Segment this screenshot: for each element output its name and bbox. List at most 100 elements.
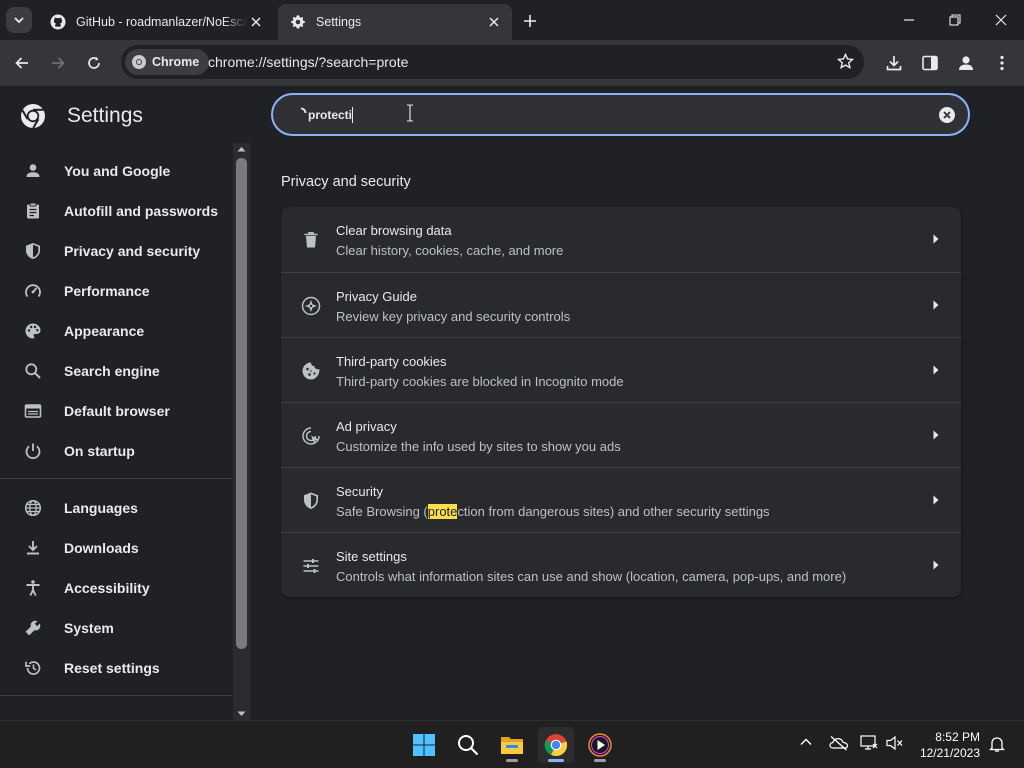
chevron-right-icon (933, 300, 939, 310)
volume-muted-icon[interactable] (886, 735, 904, 751)
close-icon (995, 14, 1007, 26)
chevron-up-icon[interactable] (799, 735, 813, 749)
chrome-icon (544, 734, 568, 757)
forward-button[interactable] (45, 50, 71, 76)
tab-settings[interactable]: Settings (278, 4, 512, 40)
sidebar-item-privacy[interactable]: Privacy and security (0, 234, 232, 268)
browser-window-icon (24, 404, 42, 418)
sidebar-item-search-engine[interactable]: Search engine (0, 354, 232, 388)
clock-date: 12/21/2023 (919, 746, 980, 760)
address-bar[interactable]: Chrome chrome://settings/?search=prote (121, 45, 864, 79)
row-title: Ad privacy (336, 419, 397, 434)
sidebar-divider (0, 695, 232, 696)
profile-button[interactable] (955, 52, 977, 74)
sidebar-item-label: Downloads (64, 540, 139, 556)
close-window-button[interactable] (986, 6, 1016, 34)
privacy-settings-card: Clear browsing data Clear history, cooki… (281, 207, 961, 597)
ad-privacy-icon (302, 427, 320, 445)
sidebar-item-label: Search engine (64, 363, 160, 379)
menu-button[interactable] (991, 52, 1013, 74)
side-panel-button[interactable] (919, 52, 941, 74)
site-info-chip[interactable]: Chrome (125, 49, 210, 75)
row-subtitle: Safe Browsing (protection from dangerous… (336, 504, 770, 519)
chrome-taskbar-button[interactable] (538, 727, 574, 763)
restore-button[interactable] (940, 6, 970, 34)
row-title: Site settings (336, 549, 407, 564)
back-button[interactable] (9, 50, 35, 76)
row-security[interactable]: Security Safe Browsing (protection from … (281, 467, 961, 532)
text-cursor-icon (407, 104, 413, 122)
chevron-down-icon (14, 17, 24, 24)
clear-search-button[interactable] (938, 106, 956, 124)
row-site-settings[interactable]: Site settings Controls what information … (281, 532, 961, 597)
sidebar-item-autofill[interactable]: Autofill and passwords (0, 194, 232, 228)
sidebar-item-downloads[interactable]: Downloads (0, 531, 232, 565)
downloads-button[interactable] (883, 52, 905, 74)
start-button[interactable] (406, 727, 442, 763)
taskbar-search-button[interactable] (450, 727, 486, 763)
sidebar-item-you-and-google[interactable]: You and Google (0, 154, 232, 188)
sidebar-item-appearance[interactable]: Appearance (0, 314, 232, 348)
tab-title: GitHub - roadmanlazer/NoEscape (76, 15, 248, 29)
sidebar-item-reset[interactable]: Reset settings (0, 651, 232, 685)
settings-sidebar: You and Google Autofill and passwords Pr… (0, 150, 232, 720)
settings-search-input[interactable]: protecti (271, 93, 970, 136)
network-icon[interactable] (860, 735, 878, 751)
search-value: protecti (308, 108, 353, 122)
sidebar-item-label: On startup (64, 443, 135, 459)
sidebar-item-system[interactable]: System (0, 611, 232, 645)
chrome-icon (132, 55, 146, 69)
scroll-down-arrow-icon[interactable] (237, 711, 246, 717)
tab-search-button[interactable] (6, 7, 32, 33)
sidebar-scrollbar[interactable] (233, 143, 250, 720)
sidebar-item-label: Performance (64, 283, 150, 299)
sidebar-item-label: Default browser (64, 403, 170, 419)
row-subtitle: Clear history, cookies, cache, and more (336, 243, 564, 258)
reset-icon (25, 661, 41, 675)
tab-github[interactable]: GitHub - roadmanlazer/NoEscape (38, 4, 274, 40)
reload-button[interactable] (81, 50, 107, 76)
row-third-party-cookies[interactable]: Third-party cookies Third-party cookies … (281, 337, 961, 402)
accessibility-icon (26, 580, 40, 596)
taskbar-clock[interactable]: 8:52 PM 12/21/2023 (920, 729, 980, 761)
sidebar-item-accessibility[interactable]: Accessibility (0, 571, 232, 605)
minimize-button[interactable] (894, 6, 924, 34)
onedrive-offline-icon[interactable] (829, 735, 849, 751)
search-icon (25, 363, 41, 379)
chevron-right-icon (933, 560, 939, 570)
arrow-right-icon (52, 57, 65, 69)
bookmark-button[interactable] (837, 53, 854, 70)
scroll-up-arrow-icon[interactable] (237, 146, 246, 152)
sidebar-item-default-browser[interactable]: Default browser (0, 394, 232, 428)
scrollbar-thumb[interactable] (236, 158, 247, 649)
row-ad-privacy[interactable]: Ad privacy Customize the info used by si… (281, 402, 961, 467)
text-caret (352, 107, 353, 123)
chrome-logo-icon (21, 104, 45, 129)
browser-toolbar: Chrome chrome://settings/?search=prote (0, 40, 1024, 86)
file-explorer-button[interactable] (494, 727, 530, 763)
sidebar-item-performance[interactable]: Performance (0, 274, 232, 308)
star-icon (837, 53, 854, 70)
close-icon (489, 17, 499, 27)
subtitle-text: ction from dangerous sites) and other se… (457, 504, 770, 519)
notification-bell-icon[interactable] (989, 735, 1005, 753)
sidebar-item-label: Appearance (64, 323, 145, 339)
gear-icon (291, 15, 305, 29)
media-player-button[interactable] (582, 727, 618, 763)
tab-strip: GitHub - roadmanlazer/NoEscape Settings (0, 0, 1024, 40)
new-tab-button[interactable] (520, 11, 540, 31)
sidebar-item-on-startup[interactable]: On startup (0, 434, 232, 468)
sliders-icon (303, 559, 319, 573)
sidebar-item-languages[interactable]: Languages (0, 491, 232, 525)
chip-label: Chrome (152, 55, 200, 69)
tab-close-button[interactable] (248, 14, 264, 30)
sidebar-item-label: Autofill and passwords (64, 203, 219, 219)
page-title: Settings (67, 104, 143, 127)
row-privacy-guide[interactable]: Privacy Guide Review key privacy and sec… (281, 272, 961, 337)
loading-spinner-icon (300, 107, 307, 114)
row-clear-browsing-data[interactable]: Clear browsing data Clear history, cooki… (281, 207, 961, 272)
search-icon (458, 735, 479, 756)
tab-close-button[interactable] (486, 14, 502, 30)
close-icon (251, 17, 261, 27)
row-subtitle: Controls what information sites can use … (336, 569, 847, 584)
